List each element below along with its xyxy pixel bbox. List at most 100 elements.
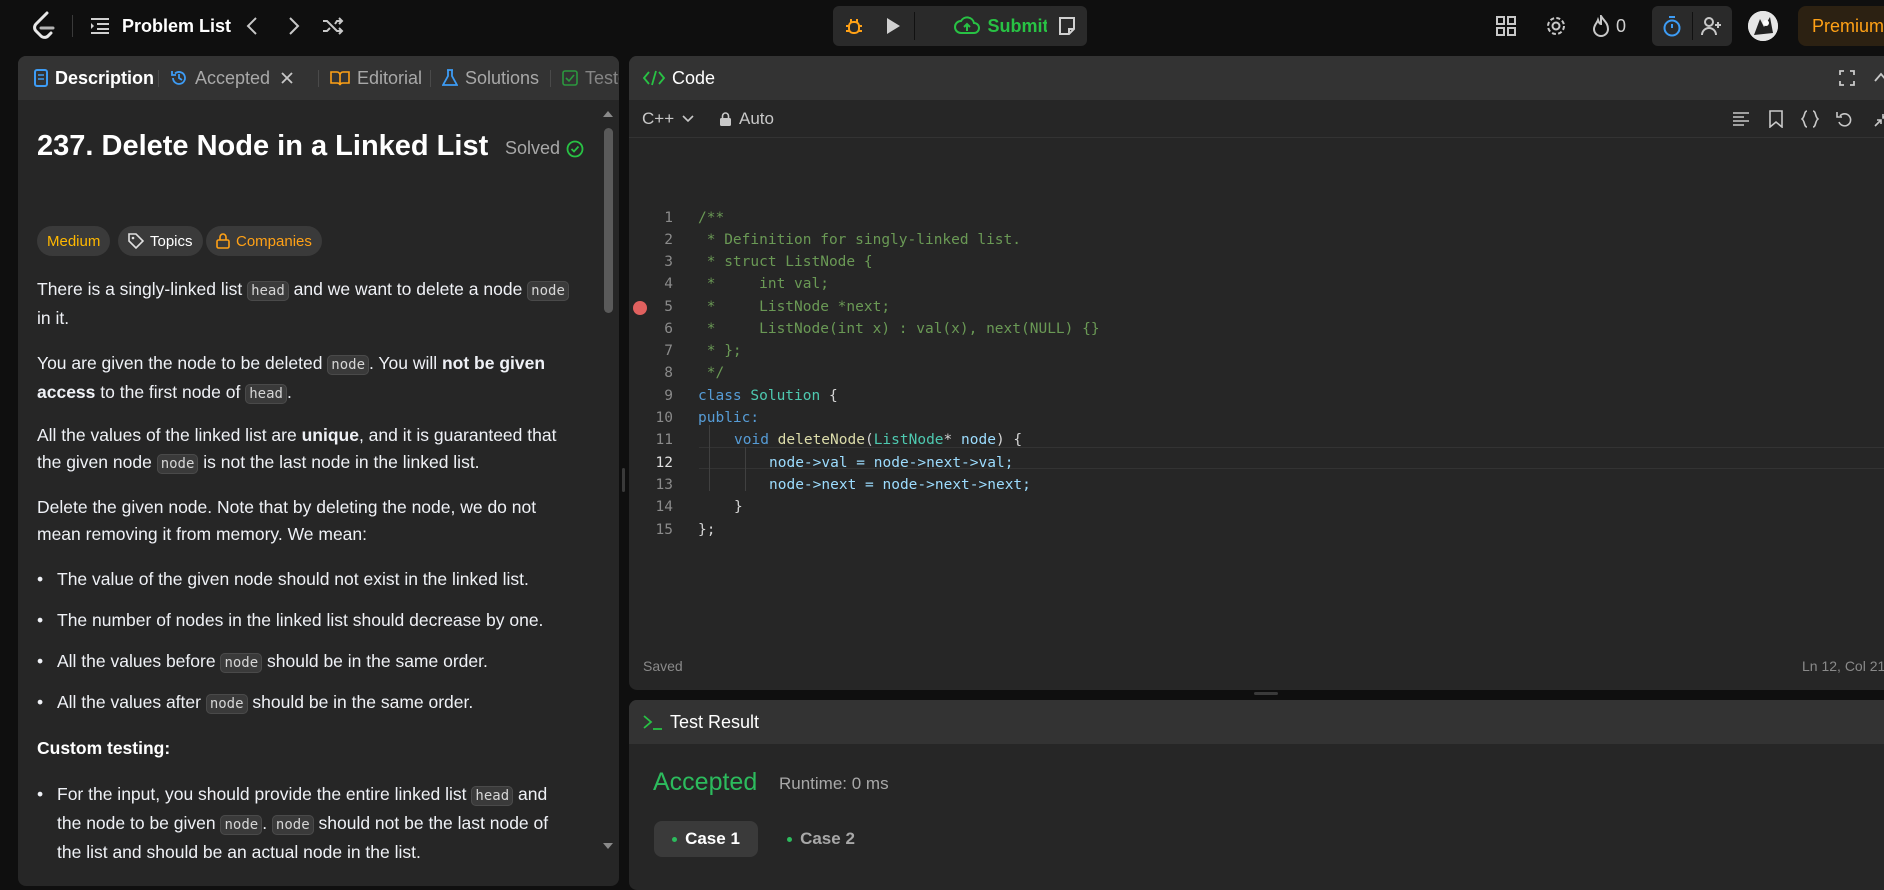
inline-code: head [245, 384, 287, 404]
case-tab-1[interactable]: Case 1 [654, 821, 758, 857]
token: deleteNode [777, 432, 865, 448]
note-icon [1059, 17, 1075, 35]
terminal-prompt-icon [643, 715, 662, 730]
tab-testcases[interactable]: Testc [562, 56, 619, 100]
mode-label: Auto [739, 109, 774, 128]
chip-label: Companies [236, 232, 312, 250]
divider [158, 70, 159, 87]
code-panel-header: Code [629, 56, 1884, 100]
code-editor[interactable]: 1 2 3 4 5 6 7 8 9 10 11 12 13 14 15 [629, 148, 1884, 618]
line-number: 5 [664, 299, 673, 315]
document-icon [34, 69, 48, 87]
leetcode-logo[interactable] [30, 11, 58, 41]
shrink-icon[interactable] [1874, 111, 1884, 127]
problem-list-link[interactable]: Problem List [122, 14, 231, 38]
vertical-resize-handle[interactable] [622, 468, 625, 492]
difficulty-badge: Medium [37, 226, 111, 256]
bold-text: unique [301, 425, 359, 445]
avatar[interactable] [1748, 11, 1778, 41]
text: The value of the given node should not e… [57, 569, 529, 589]
divider [430, 70, 431, 87]
paragraph-1: There is a singly-linked list head and w… [37, 276, 577, 332]
text: should be in the same order. [262, 651, 488, 671]
test-result-header: Test Result [629, 700, 1884, 744]
text: . [262, 813, 272, 833]
line-number: 1 [664, 210, 673, 226]
close-icon[interactable] [281, 72, 293, 84]
maximize-icon[interactable] [1839, 70, 1855, 86]
paragraph-2: You are given the node to be deleted nod… [37, 350, 577, 408]
topics-chip[interactable]: Topics [118, 226, 203, 256]
scrollbar-thumb[interactable] [604, 128, 613, 313]
text: The number of nodes in the linked list s… [57, 610, 544, 630]
paragraph-3: All the values of the linked list are un… [37, 422, 577, 478]
case-label: Case 1 [685, 829, 740, 848]
tab-label: Solutions [465, 67, 540, 88]
shuffle-icon[interactable] [320, 14, 346, 38]
list-item: All the values after node should be in t… [37, 689, 577, 718]
tab-editorial[interactable]: Editorial [330, 56, 422, 100]
chevron-down-icon [682, 115, 694, 123]
code-line: * Definition for singly-linked list. [698, 232, 1022, 248]
test-result-tab[interactable]: Test Result [643, 700, 759, 744]
inline-code: node [220, 653, 263, 673]
prev-problem-chevron-left-icon[interactable] [240, 14, 264, 38]
run-button[interactable] [875, 6, 911, 46]
debug-button[interactable] [837, 6, 871, 46]
collapse-chevron-icon[interactable] [1874, 72, 1884, 82]
check-circle-icon [566, 140, 584, 157]
tab-label: Editorial [357, 67, 423, 88]
settings-gear-icon[interactable] [1544, 14, 1568, 38]
code-line: public: [698, 410, 760, 426]
bookmark-icon[interactable] [1769, 110, 1783, 128]
next-problem-chevron-right-icon[interactable] [282, 14, 306, 38]
paragraph-4: Delete the given node. Note that by dele… [37, 494, 567, 548]
tab-solutions[interactable]: Solutions [442, 56, 539, 100]
code-line: } [734, 499, 743, 515]
code-tab[interactable]: Code [643, 56, 715, 100]
premium-button[interactable]: Premium [1798, 6, 1884, 46]
scroll-up-arrow-icon[interactable] [602, 110, 614, 118]
inline-code: node [205, 694, 248, 714]
text: All the values of the linked list are [37, 425, 302, 445]
inline-code: head [471, 786, 514, 806]
checkbox-icon [562, 70, 578, 86]
tab-description[interactable]: Description [34, 56, 154, 100]
curly-braces-icon[interactable] [1801, 110, 1819, 128]
timer-stopwatch-icon[interactable] [1654, 6, 1690, 46]
cursor-position: Ln 12, Col 21 [1802, 658, 1884, 674]
scroll-down-arrow-icon[interactable] [602, 842, 614, 850]
code-line: class Solution { [698, 388, 838, 411]
notes-button[interactable] [1047, 6, 1087, 46]
solved-status: Solved [505, 138, 584, 159]
fire-icon [1592, 15, 1610, 37]
text: For the input, you should provide the en… [57, 784, 472, 804]
line-number: 15 [655, 522, 673, 538]
streak-counter[interactable]: 0 [1592, 14, 1626, 38]
line-number: 13 [655, 477, 673, 493]
problem-list-icon[interactable] [88, 14, 112, 38]
format-lines-icon[interactable] [1732, 111, 1750, 127]
companies-chip[interactable]: Companies [206, 226, 322, 256]
case-tab-2[interactable]: Case 2 [769, 821, 873, 857]
code-line: * int val; [698, 276, 829, 292]
reset-undo-icon[interactable] [1836, 110, 1854, 128]
language-select[interactable]: C++ [642, 109, 694, 129]
chip-label: Topics [150, 232, 193, 250]
horizontal-resize-handle[interactable] [1254, 692, 1278, 695]
inline-code: node [156, 454, 199, 474]
code-line: }; [698, 522, 716, 538]
tab-accepted[interactable]: Accepted [170, 56, 293, 100]
inline-code: node [527, 281, 569, 301]
tab-label: Description [55, 67, 155, 88]
code-line: */ [698, 365, 725, 381]
text: Delete the given node. Note that by dele… [37, 497, 537, 544]
line-number: 2 [664, 232, 673, 248]
custom-testing-heading: Custom testing: [37, 738, 171, 758]
text: You are given the node to be deleted [37, 353, 328, 373]
auto-mode-toggle[interactable]: Auto [719, 109, 774, 129]
line-number: 10 [655, 410, 673, 426]
invite-user-plus-icon[interactable] [1694, 6, 1730, 46]
layout-grid-icon[interactable] [1494, 14, 1518, 38]
list-item: For the input, you should provide the en… [37, 781, 567, 866]
